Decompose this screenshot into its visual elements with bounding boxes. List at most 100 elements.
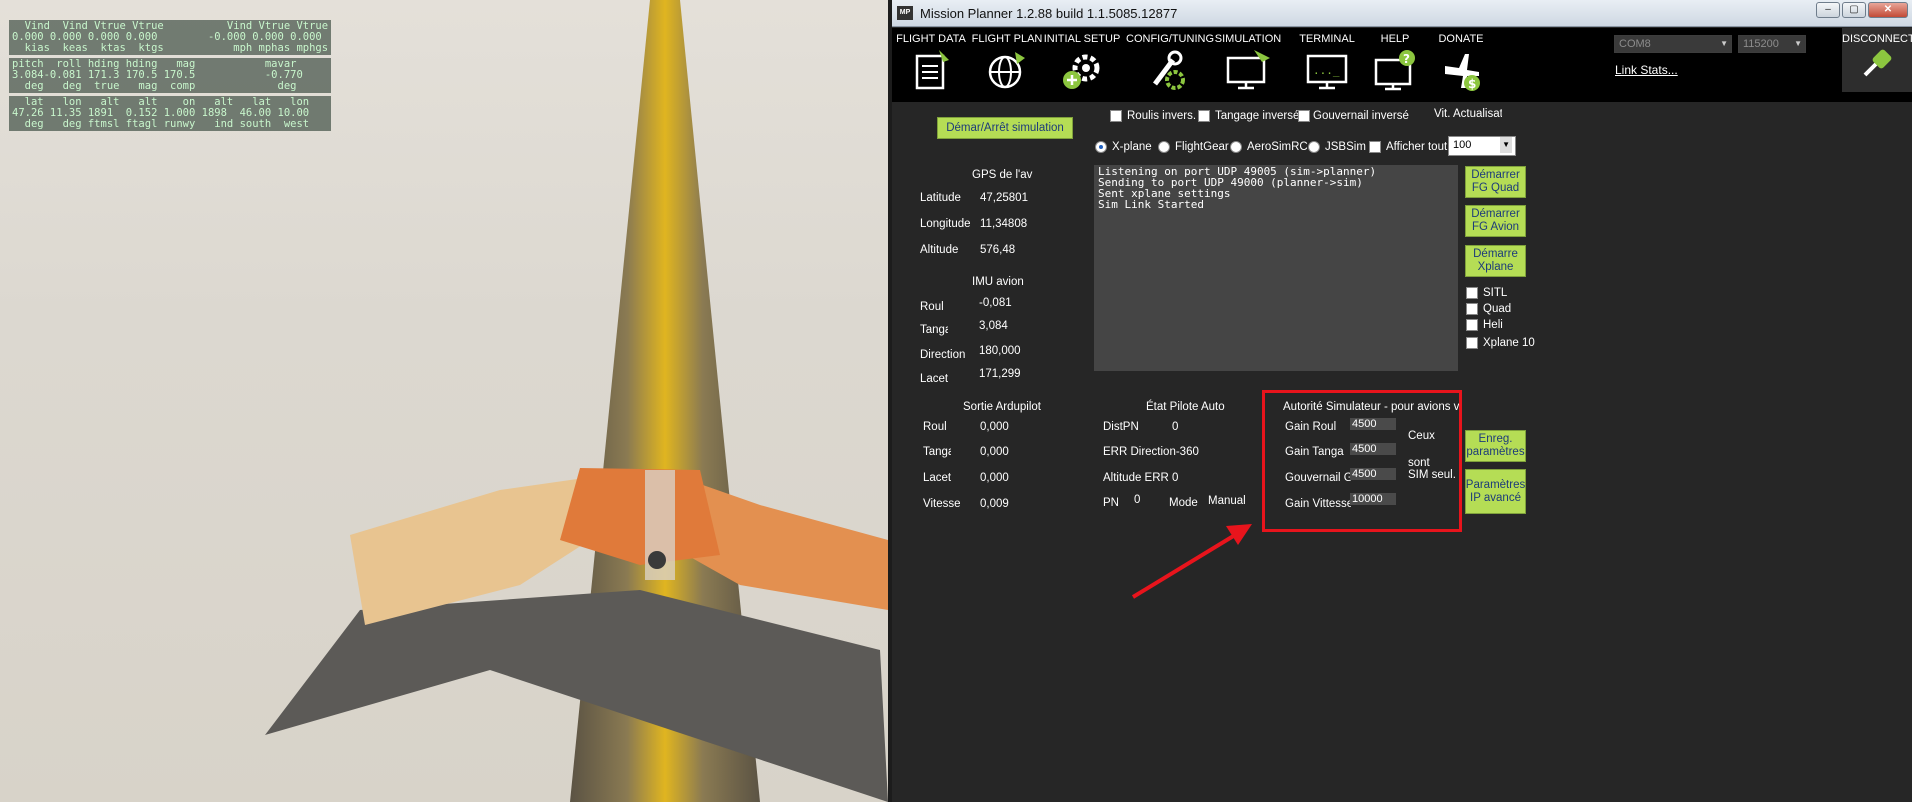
menu-simulation[interactable]: SIMULATION xyxy=(1208,32,1288,98)
output-roll-label: Roul xyxy=(923,421,947,433)
menu-label: DONATE xyxy=(1438,33,1484,45)
rudder-inverse-checkbox[interactable] xyxy=(1298,110,1310,122)
plane-motor xyxy=(648,551,666,569)
baud-rate-value: 115200 xyxy=(1743,38,1779,50)
menu-label: CONFIG/TUNING xyxy=(1126,33,1214,45)
menu-flight-data[interactable]: FLIGHT DATA xyxy=(894,32,968,98)
imu-heading-value: 180,000 xyxy=(979,345,1021,357)
autopilot-title: État Pilote Auto xyxy=(1146,401,1225,413)
start-stop-simulation-button[interactable]: Démar/Arrêt simulation xyxy=(937,117,1073,139)
xplane10-label: Xplane 10 xyxy=(1483,337,1535,349)
imu-yaw-value: 171,299 xyxy=(979,368,1021,380)
imu-title: IMU avion xyxy=(972,276,1024,288)
output-speed-label: Vitesse xyxy=(923,498,961,510)
sitl-checkbox[interactable] xyxy=(1466,287,1478,299)
mission-planner-window: MP Mission Planner 1.2.88 build 1.1.5085… xyxy=(888,0,1912,802)
quad-checkbox[interactable] xyxy=(1466,303,1478,315)
altitude-err-label: Altitude ERR xyxy=(1103,472,1169,484)
hud-airspeed-block: Vind Vind Vtrue Vtrue Vind Vtrue Vtrue 0… xyxy=(9,20,332,55)
hud-position-block: lat lon alt alt on alt lat lon 47.26 11.… xyxy=(9,96,332,131)
monitor-plane-icon xyxy=(1226,50,1270,90)
output-speed-value: 0,009 xyxy=(980,498,1009,510)
btn-line: FG Quad xyxy=(1471,182,1520,194)
sitl-label: SITL xyxy=(1483,287,1508,299)
dist-wp-label: DistPN xyxy=(1103,421,1139,433)
roll-inverse-label: Roulis invers. xyxy=(1127,110,1197,122)
pitch-inverse-label: Tangage inversé xyxy=(1215,110,1300,122)
hud-line: deg deg ftmsl ftagl runwy ind south west xyxy=(12,118,310,130)
start-xplane-button[interactable]: Démarre Xplane xyxy=(1465,245,1526,277)
minimize-icon[interactable]: – xyxy=(1816,2,1840,18)
console-line: Sim Link Started xyxy=(1098,198,1204,211)
imu-roll-label: Roul xyxy=(920,301,944,313)
start-fg-quad-button[interactable]: Démarrer FG Quad xyxy=(1465,166,1526,198)
xplane10-checkbox[interactable] xyxy=(1466,337,1478,349)
show-all-checkbox[interactable] xyxy=(1369,141,1381,153)
menu-config-tuning[interactable]: CONFIG/TUNING xyxy=(1126,32,1214,98)
btn-line: Xplane xyxy=(1477,261,1514,273)
maximize-icon[interactable]: ▢ xyxy=(1842,2,1866,18)
highlight-box xyxy=(1262,390,1462,532)
menu-help[interactable]: HELP ? xyxy=(1358,32,1432,98)
start-fg-plane-button[interactable]: Démarrer FG Avion xyxy=(1465,205,1526,237)
save-params-button[interactable]: Enreg. paramètres xyxy=(1465,430,1526,462)
menu-label: HELP xyxy=(1380,33,1410,45)
imu-pitch-value: 3,084 xyxy=(979,320,1008,332)
disconnect-button[interactable]: DISCONNECT xyxy=(1842,28,1912,92)
plane-center xyxy=(560,468,720,565)
imu-heading-label: Direction xyxy=(920,349,966,361)
btn-line: FG Avion xyxy=(1471,221,1520,233)
close-icon[interactable]: ✕ xyxy=(1868,2,1908,18)
refresh-rate-select[interactable]: 100 ▼ xyxy=(1448,136,1516,156)
output-roll-value: 0,000 xyxy=(980,421,1009,433)
btn-line: Enreg. xyxy=(1478,433,1513,445)
mode-value: Manual xyxy=(1208,495,1246,507)
plug-icon xyxy=(1863,49,1892,77)
dist-wp-value: 0 xyxy=(1172,421,1179,433)
btn-line: Démarre xyxy=(1473,248,1518,260)
hud-attitude-block: pitch roll hding hding mag mavar 3.084-0… xyxy=(9,58,332,93)
disconnect-label: DISCONNECT xyxy=(1842,33,1912,45)
btn-line: paramètres xyxy=(1466,446,1525,458)
refresh-rate-label: Vit. Actualisation G xyxy=(1434,108,1502,120)
menu-donate[interactable]: DONATE $ xyxy=(1424,32,1498,98)
menu-label: FLIGHT DATA xyxy=(896,33,966,45)
output-pitch-label: Tanga xyxy=(923,446,951,458)
jsbsim-radio[interactable] xyxy=(1308,141,1320,153)
svg-text:$: $ xyxy=(1468,77,1476,91)
menu-label: FLIGHT PLAN xyxy=(971,33,1043,45)
imu-roll-value: -0,081 xyxy=(979,297,1012,309)
xplane-radio[interactable] xyxy=(1095,141,1107,153)
heli-checkbox[interactable] xyxy=(1466,319,1478,331)
flightgear-radio-label: FlightGear xyxy=(1175,141,1229,153)
aerosimrc-radio[interactable] xyxy=(1230,141,1242,153)
plane-dollar-icon: $ xyxy=(1445,54,1480,91)
err-direction-label: ERR Direction-360 xyxy=(1103,446,1199,458)
terminal-monitor-icon: ..._ xyxy=(1306,54,1348,90)
btn-line: Démarrer xyxy=(1471,169,1520,181)
wrench-gear-icon xyxy=(1153,50,1185,90)
link-stats-link[interactable]: Link Stats... xyxy=(1615,63,1678,77)
menu-label: TERMINAL xyxy=(1299,33,1355,45)
chevron-down-icon: ▼ xyxy=(1720,39,1728,48)
com-port-value: COM8 xyxy=(1619,38,1651,50)
sim-console-output[interactable]: Listening on port UDP 49005 (sim->planne… xyxy=(1094,165,1458,371)
advanced-ip-params-button[interactable]: Paramètres IP avancé xyxy=(1465,469,1526,514)
com-port-select[interactable]: COM8 ▼ xyxy=(1614,35,1732,53)
pitch-inverse-checkbox[interactable] xyxy=(1198,110,1210,122)
hud-line: kias keas ktas ktgs mph mphas mphgs xyxy=(12,42,329,54)
menu-initial-setup[interactable]: INITIAL SETUP xyxy=(1042,32,1122,98)
roll-inverse-checkbox[interactable] xyxy=(1110,110,1122,122)
app-icon: MP xyxy=(897,6,913,20)
title-bar: MP Mission Planner 1.2.88 build 1.1.5085… xyxy=(892,0,1912,27)
imu-yaw-label: Lacet xyxy=(920,373,949,385)
menu-flight-plan[interactable]: FLIGHT PLAN xyxy=(970,32,1044,98)
btn-line: Démarrer xyxy=(1471,208,1520,220)
menu-terminal[interactable]: TERMINAL ..._ xyxy=(1290,32,1364,98)
output-pitch-value: 0,000 xyxy=(980,446,1009,458)
help-monitor-icon: ? xyxy=(1374,50,1415,91)
xplane-radio-label: X-plane xyxy=(1112,141,1152,153)
refresh-rate-value: 100 xyxy=(1453,139,1472,151)
baud-rate-select[interactable]: 115200 ▼ xyxy=(1738,35,1806,53)
flightgear-radio[interactable] xyxy=(1158,141,1170,153)
